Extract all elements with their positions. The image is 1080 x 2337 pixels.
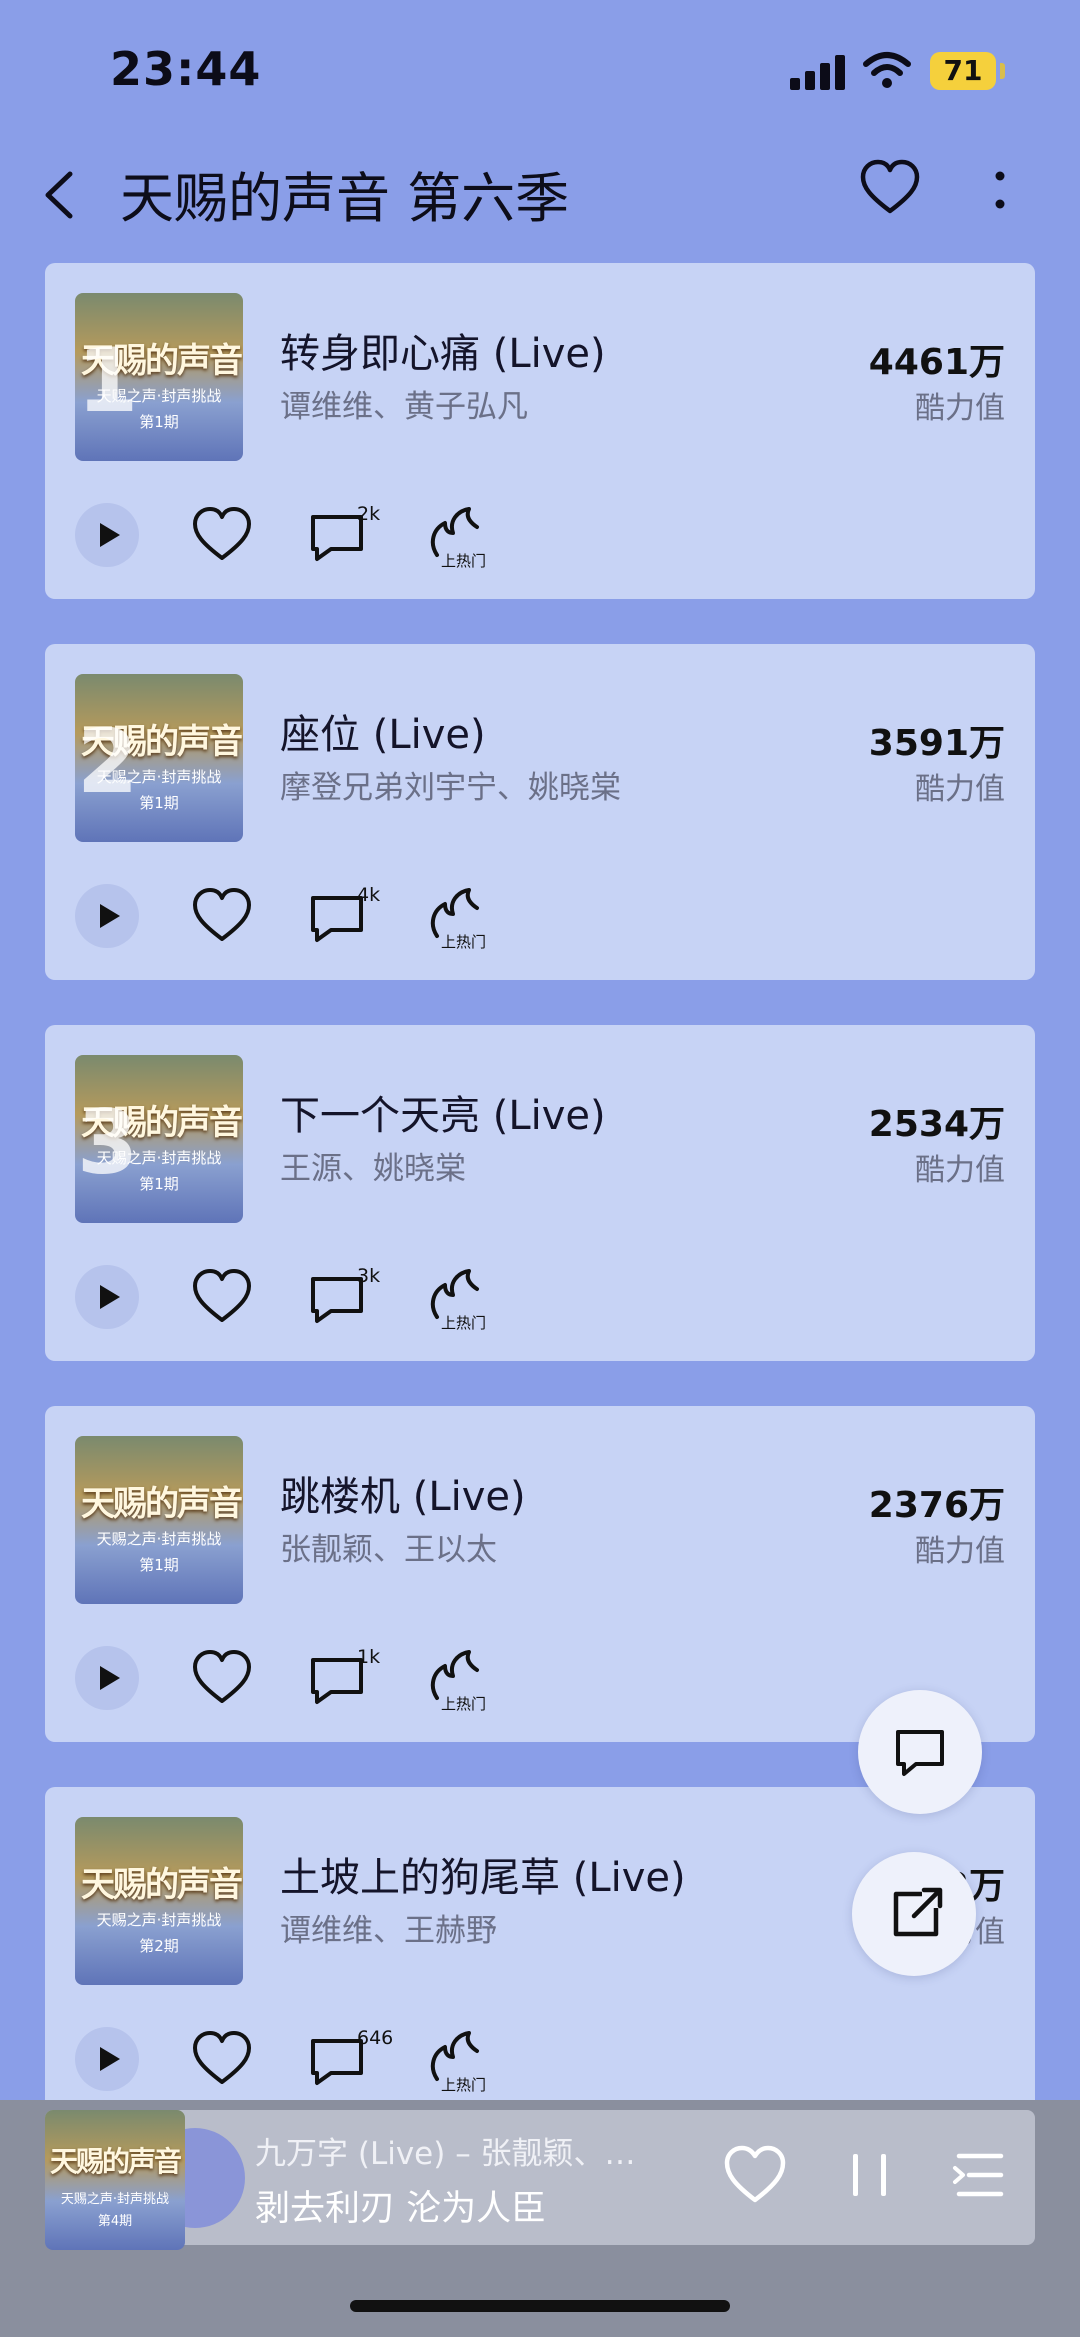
song-card[interactable]: 天赐的声音 天赐之声·封声挑战 第1期 1 转身即心痛 (Live) 谭维维、黄… [45, 263, 1035, 599]
cover-art[interactable]: 天赐的声音 天赐之声·封声挑战 第1期 [75, 1436, 243, 1604]
battery-indicator: 71 [930, 52, 996, 90]
float-comment-button[interactable] [858, 1690, 982, 1814]
comment-count: 4k [357, 884, 381, 906]
play-icon [100, 904, 120, 928]
player-like-button[interactable] [720, 2140, 790, 2210]
hot-label: 上热门 [441, 933, 487, 951]
song-title[interactable]: 转身即心痛 (Live) [280, 321, 606, 379]
comment-count: 1k [357, 1646, 381, 1668]
score-value: 2376万 [868, 1485, 1005, 1526]
cover-art[interactable]: 天赐的声音 天赐之声·封声挑战 第1期 3 [75, 1055, 243, 1223]
play-icon [100, 523, 120, 547]
like-button[interactable] [190, 503, 254, 567]
comment-icon [896, 1730, 944, 1776]
header: 天赐的声音 第六季 [0, 140, 1080, 250]
song-title[interactable]: 土坡上的狗尾草 (Live) [280, 1845, 686, 1903]
song-artist[interactable]: 摩登兄弟刘宇宁、姚晓棠 [280, 762, 621, 807]
rank-number: 2 [77, 710, 139, 813]
player-cover-art[interactable]: 天赐的声音 天赐之声·封声挑战 第4期 [45, 2110, 185, 2250]
comment-count: 2k [357, 503, 381, 525]
score-label: 酷力值 [915, 1534, 1005, 1569]
hot-label: 上热门 [441, 1695, 487, 1713]
score-value: 2534万 [868, 1104, 1005, 1145]
page-title: 天赐的声音 第六季 [120, 167, 570, 230]
wifi-icon [863, 52, 911, 88]
song-card[interactable]: 天赐的声音 天赐之声·封声挑战 第1期 2 座位 (Live) 摩登兄弟刘宇宁、… [45, 644, 1035, 980]
favorite-button[interactable] [858, 156, 922, 220]
play-button[interactable] [75, 503, 139, 567]
share-icon [893, 1887, 943, 1937]
song-title[interactable]: 下一个天亮 (Live) [280, 1083, 606, 1141]
cover-art[interactable]: 天赐的声音 天赐之声·封声挑战 第1期 2 [75, 674, 243, 842]
play-button[interactable] [75, 2027, 139, 2091]
score-value: 4461万 [868, 342, 1005, 383]
song-artist[interactable]: 张靓颖、王以太 [280, 1524, 497, 1569]
like-button[interactable] [190, 884, 254, 948]
like-button[interactable] [190, 1646, 254, 1710]
play-button[interactable] [75, 1265, 139, 1329]
hot-label: 上热门 [441, 2076, 487, 2094]
home-indicator [350, 2300, 730, 2312]
song-title[interactable]: 座位 (Live) [280, 702, 486, 760]
score-value: 3591万 [868, 723, 1005, 764]
comment-count: 646 [357, 2027, 394, 2049]
score-label: 酷力值 [915, 391, 1005, 426]
battery-tip [1000, 63, 1005, 79]
cover-art[interactable]: 天赐的声音 天赐之声·封声挑战 第1期 1 [75, 293, 243, 461]
rank-number: 3 [77, 1091, 139, 1194]
play-icon [100, 2047, 120, 2071]
status-time: 23:44 [110, 42, 262, 96]
play-icon [100, 1666, 120, 1690]
song-title[interactable]: 跳楼机 (Live) [280, 1464, 526, 1522]
pause-button[interactable] [835, 2140, 905, 2210]
play-button[interactable] [75, 884, 139, 948]
player-song-info: 九万字 (Live) – 张靓颖、… [255, 2136, 636, 2172]
signal-icon [790, 54, 846, 90]
song-artist[interactable]: 谭维维、黄子弘凡 [280, 381, 528, 426]
more-button[interactable] [975, 156, 1025, 226]
playlist-button[interactable] [945, 2140, 1015, 2210]
song-artist[interactable]: 王源、姚晓棠 [280, 1143, 466, 1188]
status-bar: 23:44 71 [0, 0, 1080, 140]
score-label: 酷力值 [915, 772, 1005, 807]
hot-label: 上热门 [441, 552, 487, 570]
play-button[interactable] [75, 1646, 139, 1710]
like-button[interactable] [190, 1265, 254, 1329]
player-lyric: 剥去利刃 沦为人臣 [255, 2189, 547, 2229]
hot-label: 上热门 [441, 1314, 487, 1332]
rank-number: 1 [77, 329, 139, 432]
score-label: 酷力值 [915, 1153, 1005, 1188]
cover-art[interactable]: 天赐的声音 天赐之声·封声挑战 第2期 [75, 1817, 243, 1985]
song-artist[interactable]: 谭维维、王赫野 [280, 1905, 497, 1950]
back-button[interactable] [30, 160, 90, 230]
comment-count: 3k [357, 1265, 381, 1287]
float-share-button[interactable] [852, 1852, 976, 1976]
play-icon [100, 1285, 120, 1309]
song-card[interactable]: 天赐的声音 天赐之声·封声挑战 第1期 3 下一个天亮 (Live) 王源、姚晓… [45, 1025, 1035, 1361]
like-button[interactable] [190, 2027, 254, 2091]
mini-player[interactable]: 天赐的声音 天赐之声·封声挑战 第4期 九万字 (Live) – 张靓颖、… 剥… [45, 2110, 1035, 2250]
